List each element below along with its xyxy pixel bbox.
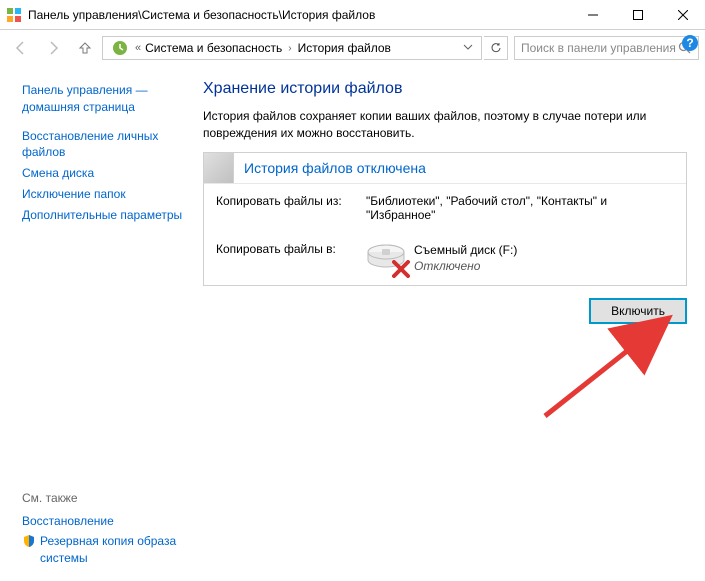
search-placeholder: Поиск в панели управления bbox=[521, 41, 678, 55]
address-dropdown-button[interactable] bbox=[459, 41, 477, 55]
shield-icon bbox=[22, 534, 36, 548]
advanced-settings-link[interactable]: Дополнительные параметры bbox=[22, 205, 185, 226]
breadcrumb-separator-icon: › bbox=[284, 43, 295, 54]
see-also-label: См. также bbox=[22, 491, 185, 505]
restore-personal-files-link[interactable]: Восстановление личных файлов bbox=[22, 126, 185, 164]
back-button[interactable] bbox=[6, 34, 36, 62]
address-bar[interactable]: « Система и безопасность › История файло… bbox=[102, 36, 482, 60]
system-image-backup-link[interactable]: Резервная копия образа системы bbox=[40, 533, 176, 567]
breadcrumb-file-history[interactable]: История файлов bbox=[296, 41, 393, 55]
maximize-button[interactable] bbox=[615, 0, 660, 29]
minimize-button[interactable] bbox=[570, 0, 615, 29]
status-panel: История файлов отключена Копировать файл… bbox=[203, 152, 687, 287]
drive-name: Съемный диск (F:) bbox=[414, 242, 517, 259]
select-drive-link[interactable]: Смена диска bbox=[22, 163, 185, 184]
error-x-icon bbox=[392, 260, 410, 278]
refresh-button[interactable] bbox=[484, 36, 508, 60]
sidebar: Панель управления — домашняя страница Во… bbox=[0, 66, 195, 581]
close-button[interactable] bbox=[660, 0, 705, 29]
page-title: Хранение истории файлов bbox=[203, 80, 687, 98]
window-titlebar: Панель управления\Система и безопасность… bbox=[0, 0, 705, 30]
status-title: История файлов отключена bbox=[234, 154, 436, 182]
copy-to-label: Копировать файлы в: bbox=[216, 242, 366, 256]
main-content: ? Хранение истории файлов История файлов… bbox=[195, 66, 705, 581]
up-button[interactable] bbox=[70, 34, 100, 62]
exclude-folders-link[interactable]: Исключение папок bbox=[22, 184, 185, 205]
recovery-link[interactable]: Восстановление bbox=[22, 511, 185, 532]
history-icon bbox=[111, 39, 129, 57]
window-title: Панель управления\Система и безопасность… bbox=[28, 8, 570, 22]
copy-from-value: "Библиотеки", "Рабочий стол", "Контакты"… bbox=[366, 194, 674, 222]
help-icon[interactable]: ? bbox=[681, 34, 699, 52]
search-input[interactable]: Поиск в панели управления bbox=[514, 36, 699, 60]
breadcrumb-system-security[interactable]: Система и безопасность bbox=[143, 41, 284, 55]
app-icon bbox=[6, 7, 22, 23]
drive-status: Отключено bbox=[414, 258, 517, 275]
copy-from-label: Копировать файлы из: bbox=[216, 194, 366, 208]
svg-text:?: ? bbox=[686, 36, 693, 50]
navigation-toolbar: « Система и безопасность › История файло… bbox=[0, 30, 705, 66]
forward-button[interactable] bbox=[38, 34, 68, 62]
enable-button[interactable]: Включить bbox=[589, 298, 687, 324]
status-indicator-icon bbox=[204, 153, 234, 183]
page-description: История файлов сохраняет копии ваших фай… bbox=[203, 108, 687, 142]
breadcrumb-root-icon: « bbox=[135, 42, 141, 54]
control-panel-home-link[interactable]: Панель управления — домашняя страница bbox=[22, 80, 185, 118]
